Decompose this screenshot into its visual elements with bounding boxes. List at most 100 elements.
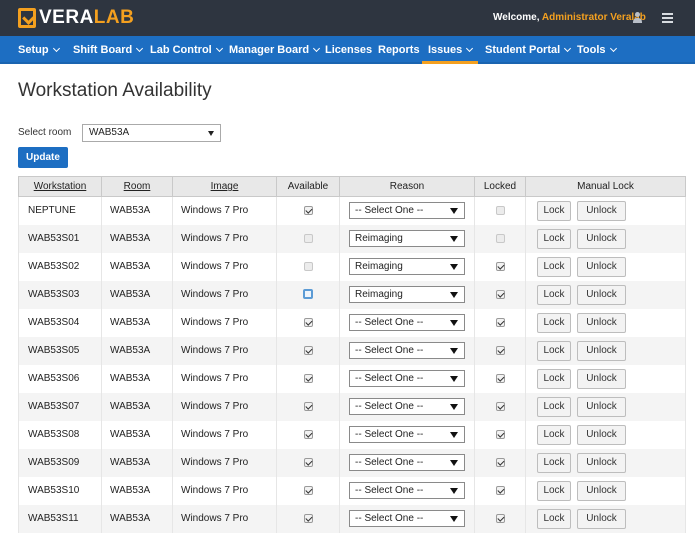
header-workstation[interactable]: Workstation <box>18 176 102 197</box>
nav-licenses[interactable]: Licenses <box>325 36 372 64</box>
table-row: WAB53S06 WAB53A Windows 7 Pro -- Select One… <box>18 364 686 393</box>
cell-image: Windows 7 Pro <box>172 224 277 253</box>
available-checkbox[interactable] <box>303 429 313 439</box>
locked-checkbox <box>495 289 505 299</box>
unlock-button[interactable]: Unlock <box>577 340 626 361</box>
cell-workstation: WAB53S03 <box>18 280 102 309</box>
cell-manual-lock: Lock Unlock <box>525 252 686 281</box>
unlock-button[interactable]: Unlock <box>577 480 626 501</box>
reason-select[interactable]: -- Select One -- <box>349 510 465 527</box>
cell-room: WAB53A <box>101 308 173 337</box>
nav-issues[interactable]: Issues <box>422 36 479 64</box>
nav-student-portal[interactable]: Student Portal <box>485 36 572 64</box>
available-checkbox[interactable] <box>303 261 313 271</box>
chevron-down-icon <box>466 44 474 53</box>
unlock-button[interactable]: Unlock <box>577 256 626 277</box>
table-row: WAB53S01 WAB53A Windows 7 Pro Reimaging Lock… <box>18 224 686 253</box>
veralab-logo[interactable]: VERA LAB <box>18 7 134 29</box>
available-checkbox[interactable] <box>303 373 313 383</box>
nav-manager-board[interactable]: Manager Board <box>229 36 321 64</box>
available-checkbox[interactable] <box>303 206 313 216</box>
reason-select[interactable]: -- Select One -- <box>349 426 465 443</box>
reason-select[interactable]: Reimaging <box>349 258 465 275</box>
cell-room: WAB53A <box>101 448 173 477</box>
reason-select[interactable]: -- Select One -- <box>349 454 465 471</box>
nav-setup[interactable]: Setup <box>18 36 60 64</box>
unlock-button[interactable]: Unlock <box>577 284 626 305</box>
header-room[interactable]: Room <box>101 176 173 197</box>
logo-text-vera: VERA <box>39 7 94 28</box>
welcome-user-link[interactable]: Administrator Veralab <box>542 12 646 23</box>
cell-reason: Reimaging <box>339 224 475 253</box>
available-checkbox[interactable] <box>303 345 313 355</box>
unlock-button[interactable]: Unlock <box>577 200 626 221</box>
reason-select[interactable]: -- Select One -- <box>349 314 465 331</box>
workstation-table: Workstation Room Image Available Reason … <box>18 176 686 533</box>
user-icon[interactable] <box>632 12 643 24</box>
reason-select[interactable]: -- Select One -- <box>349 398 465 415</box>
unlock-button[interactable]: Unlock <box>577 424 626 445</box>
nav-shift-board[interactable]: Shift Board <box>73 36 144 64</box>
available-checkbox[interactable] <box>303 289 313 300</box>
lock-button[interactable]: Lock <box>537 340 571 361</box>
cell-manual-lock: Lock Unlock <box>525 224 686 253</box>
cell-room: WAB53A <box>101 280 173 309</box>
lock-button[interactable]: Lock <box>537 396 571 417</box>
unlock-button[interactable]: Unlock <box>577 368 626 389</box>
available-checkbox[interactable] <box>303 457 313 467</box>
lock-button[interactable]: Lock <box>537 452 571 473</box>
reason-select[interactable]: -- Select One -- <box>349 370 465 387</box>
room-select-value: WAB53A <box>89 127 130 138</box>
reason-select[interactable]: -- Select One -- <box>349 342 465 359</box>
lock-button[interactable]: Lock <box>537 424 571 445</box>
update-button[interactable]: Update <box>18 147 68 168</box>
cell-manual-lock: Lock Unlock <box>525 504 686 533</box>
cell-manual-lock: Lock Unlock <box>525 336 686 365</box>
select-room-label: Select room <box>18 127 72 138</box>
header-image[interactable]: Image <box>172 176 277 197</box>
available-checkbox[interactable] <box>303 485 313 495</box>
cell-available <box>276 448 340 477</box>
available-checkbox[interactable] <box>303 513 313 523</box>
available-checkbox[interactable] <box>303 401 313 411</box>
lock-button[interactable]: Lock <box>537 200 571 221</box>
chevron-down-icon <box>313 44 321 53</box>
cell-locked <box>474 252 526 281</box>
cell-locked <box>474 224 526 253</box>
lock-button[interactable]: Lock <box>537 256 571 277</box>
room-select[interactable]: WAB53A <box>82 124 221 142</box>
dropdown-arrow-icon <box>450 376 458 382</box>
reason-select-value: -- Select One -- <box>355 457 424 468</box>
unlock-button[interactable]: Unlock <box>577 312 626 333</box>
reason-select[interactable]: Reimaging <box>349 286 465 303</box>
unlock-button[interactable]: Unlock <box>577 228 626 249</box>
reason-select[interactable]: -- Select One -- <box>349 202 465 220</box>
dropdown-arrow-icon <box>450 236 458 242</box>
cell-image: Windows 7 Pro <box>172 392 277 421</box>
available-checkbox[interactable] <box>303 317 313 327</box>
cell-reason: -- Select One -- <box>339 420 475 449</box>
locked-checkbox <box>495 206 505 216</box>
unlock-button[interactable]: Unlock <box>577 508 626 529</box>
lock-button[interactable]: Lock <box>537 368 571 389</box>
unlock-button[interactable]: Unlock <box>577 396 626 417</box>
available-checkbox[interactable] <box>303 233 313 243</box>
table-row: WAB53S09 WAB53A Windows 7 Pro -- Select One… <box>18 448 686 477</box>
locked-checkbox <box>495 317 505 327</box>
cell-locked <box>474 392 526 421</box>
nav-tools[interactable]: Tools <box>577 36 617 64</box>
lock-button[interactable]: Lock <box>537 284 571 305</box>
cell-workstation: WAB53S05 <box>18 336 102 365</box>
lock-button[interactable]: Lock <box>537 508 571 529</box>
hamburger-menu-icon[interactable] <box>662 13 673 23</box>
reason-select-value: -- Select One -- <box>355 485 424 496</box>
lock-button[interactable]: Lock <box>537 312 571 333</box>
nav-lab-control[interactable]: Lab Control <box>150 36 223 64</box>
unlock-button[interactable]: Unlock <box>577 452 626 473</box>
reason-select[interactable]: -- Select One -- <box>349 482 465 499</box>
cell-room: WAB53A <box>101 364 173 393</box>
reason-select[interactable]: Reimaging <box>349 230 465 247</box>
nav-reports[interactable]: Reports <box>378 36 420 64</box>
lock-button[interactable]: Lock <box>537 480 571 501</box>
lock-button[interactable]: Lock <box>537 228 571 249</box>
